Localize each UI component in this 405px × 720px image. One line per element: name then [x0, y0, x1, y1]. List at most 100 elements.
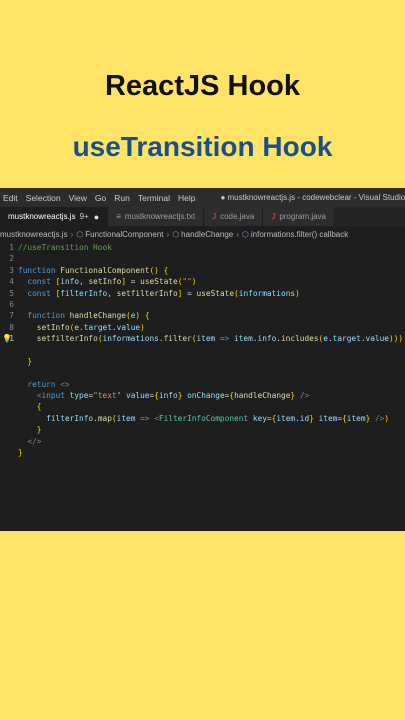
- line-number: [0, 367, 18, 378]
- code-line[interactable]: [0, 504, 405, 515]
- code-line[interactable]: }: [0, 447, 405, 458]
- line-number: [0, 481, 18, 492]
- code-text: function handleChange(e) {: [27, 311, 150, 321]
- tab-label: program.java: [279, 212, 326, 221]
- code-line[interactable]: 4 const [info, setInfo] = useState(""): [0, 276, 405, 287]
- menu-terminal[interactable]: Terminal: [133, 193, 175, 203]
- line-number: 4: [9, 277, 14, 287]
- page-title: ReactJS Hook: [104, 70, 300, 102]
- code-line[interactable]: [0, 493, 405, 504]
- code-text: return <>: [27, 379, 70, 389]
- problems-count: 9+: [79, 212, 89, 221]
- line-number: [0, 458, 18, 469]
- code-line[interactable]: }: [0, 424, 405, 435]
- code-text: }: [27, 356, 33, 366]
- cube-icon: ⬡: [76, 229, 84, 239]
- code-line[interactable]: </>: [0, 436, 405, 447]
- line-number: 6: [9, 299, 14, 309]
- code-line[interactable]: 7 function handleChange(e) {: [0, 310, 405, 321]
- code-text: <input type="text" value={info} onChange…: [36, 391, 310, 401]
- unsaved-dot-icon[interactable]: ●: [94, 212, 99, 222]
- code-text: </>: [27, 436, 42, 446]
- tab-label: code.java: [220, 212, 255, 221]
- code-line[interactable]: 6: [0, 299, 405, 310]
- editor-tabs: mustknowreactjs.js 9+ ● ≡ mustknowreactj…: [0, 207, 405, 226]
- line-number: [0, 436, 18, 447]
- code-text: }: [36, 425, 42, 435]
- breadcrumb-function[interactable]: FunctionalComponent: [85, 230, 163, 239]
- breadcrumb-file[interactable]: mustknowreactjs.js: [0, 230, 68, 239]
- code-line[interactable]: [0, 515, 405, 526]
- line-number: 3: [9, 265, 14, 275]
- line-number: 1: [9, 243, 14, 252]
- text-file-icon: ≡: [116, 212, 121, 221]
- code-line[interactable]: [0, 470, 405, 481]
- menu-view[interactable]: View: [64, 193, 92, 203]
- java-file-icon: J: [271, 212, 276, 221]
- code-line[interactable]: filterInfo.map(item => <FilterInfoCompon…: [0, 413, 405, 424]
- breadcrumb-callback[interactable]: informations.filter() callback: [251, 230, 348, 239]
- code-text: {: [36, 402, 42, 412]
- code-text: setfilterInfo(informations.filter(item =…: [36, 334, 404, 344]
- code-text: function FunctionalComponent() {: [18, 265, 169, 275]
- code-text: const [info, setInfo] = useState(""): [27, 277, 197, 287]
- code-area[interactable]: 1 //useTransition Hook 2 3 function Function…: [0, 242, 405, 527]
- code-line[interactable]: [0, 458, 405, 469]
- menu-edit[interactable]: Edit: [0, 193, 23, 203]
- breadcrumb-handler[interactable]: handleChange: [181, 230, 233, 239]
- menu-help[interactable]: Help: [173, 193, 200, 203]
- code-line[interactable]: 1 💡 setfilterInfo(informations.filter(ite…: [0, 333, 405, 344]
- code-line[interactable]: [0, 367, 405, 378]
- tab-mustknowreactjs-js[interactable]: mustknowreactjs.js 9+ ●: [0, 207, 109, 226]
- code-text: filterInfo.map(item => <FilterInfoCompon…: [46, 413, 390, 423]
- code-line[interactable]: 5 const [filterInfo, setfilterInfo] = us…: [0, 288, 405, 299]
- chevron-right-icon: ›: [236, 229, 239, 239]
- code-line[interactable]: <input type="text" value={info} onChange…: [0, 390, 405, 401]
- line-number: 7: [9, 311, 14, 321]
- code-line[interactable]: [0, 345, 405, 356]
- cube-icon: ⬡: [172, 229, 180, 239]
- tab-program-java[interactable]: J program.java: [263, 207, 335, 226]
- line-number: 5: [9, 288, 14, 298]
- menu-bar: Edit Selection View Go Run Terminal Help…: [0, 188, 405, 207]
- line-number: 8: [9, 322, 14, 332]
- code-text: setInfo(e.target.value): [36, 322, 145, 332]
- chevron-right-icon: ›: [166, 229, 170, 239]
- line-number: [0, 379, 18, 390]
- chevron-right-icon: ›: [70, 229, 74, 239]
- line-number: [0, 413, 18, 424]
- code-line[interactable]: 3 function FunctionalComponent() {: [0, 265, 405, 276]
- java-file-icon: J: [212, 212, 217, 221]
- line-number: [0, 447, 18, 458]
- tab-mustknowreactjs-txt[interactable]: ≡ mustknowreactjs.txt: [108, 207, 205, 226]
- code-line[interactable]: 2: [0, 253, 405, 264]
- window-title: ● mustknowreactjs.js - codewebclear - Vi…: [220, 193, 405, 202]
- line-number: [0, 390, 18, 401]
- line-number: [0, 504, 18, 515]
- line-number: [0, 493, 18, 504]
- line-number: [0, 401, 18, 412]
- code-line[interactable]: [0, 481, 405, 492]
- code-text: //useTransition Hook: [18, 243, 112, 252]
- line-number: [0, 345, 18, 356]
- menu-go[interactable]: Go: [90, 193, 111, 203]
- code-line[interactable]: {: [0, 401, 405, 412]
- code-editor-window: Edit Selection View Go Run Terminal Help…: [0, 188, 405, 531]
- page-subtitle: useTransition Hook: [72, 131, 333, 162]
- line-number: [0, 424, 18, 435]
- code-text: }: [18, 448, 23, 458]
- tab-code-java[interactable]: J code.java: [204, 207, 264, 226]
- code-line[interactable]: 1 //useTransition Hook: [0, 242, 405, 253]
- line-number: [0, 356, 18, 367]
- menu-selection[interactable]: Selection: [21, 193, 66, 203]
- code-line[interactable]: 8 setInfo(e.target.value): [0, 322, 405, 333]
- code-line[interactable]: }: [0, 356, 405, 367]
- tab-label: mustknowreactjs.txt: [124, 212, 196, 221]
- lightbulb-icon[interactable]: 💡: [2, 333, 12, 344]
- cube-icon: ⬡: [241, 229, 249, 239]
- menu-run[interactable]: Run: [109, 193, 135, 203]
- tab-label: mustknowreactjs.js: [8, 212, 76, 221]
- line-number: 2: [9, 254, 14, 264]
- code-line[interactable]: return <>: [0, 379, 405, 390]
- code-text: const [filterInfo, setfilterInfo] = useS…: [27, 288, 300, 298]
